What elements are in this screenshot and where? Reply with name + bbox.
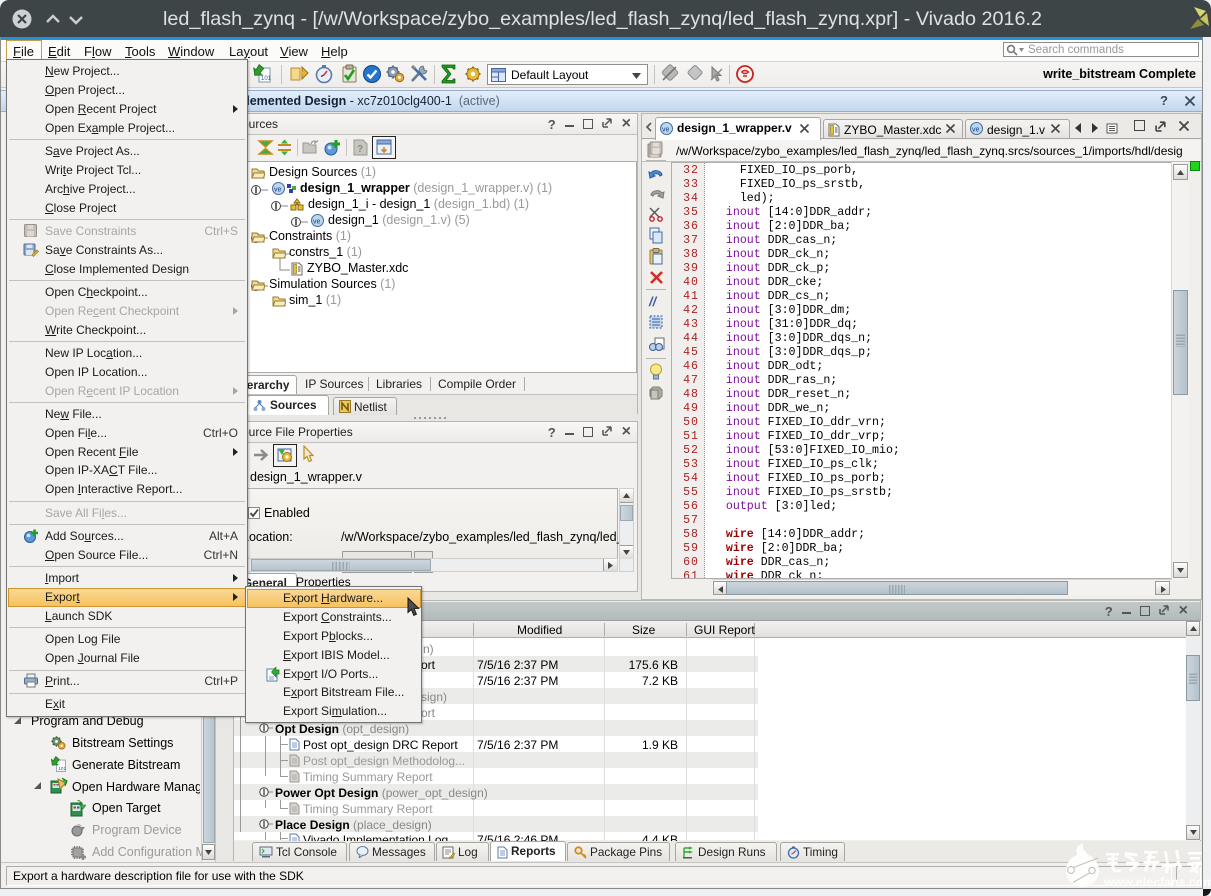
svg-text:ve: ve <box>972 127 980 134</box>
svg-text:?: ? <box>357 144 363 155</box>
svg-text:ve: ve <box>662 127 670 134</box>
svg-text:www.elecfans.com: www.elecfans.com <box>1103 875 1211 889</box>
svg-text:ve: ve <box>274 187 282 194</box>
svg-text:101: 101 <box>261 76 272 82</box>
svg-text:101: 101 <box>58 766 66 772</box>
svg-text:ve: ve <box>313 219 321 226</box>
